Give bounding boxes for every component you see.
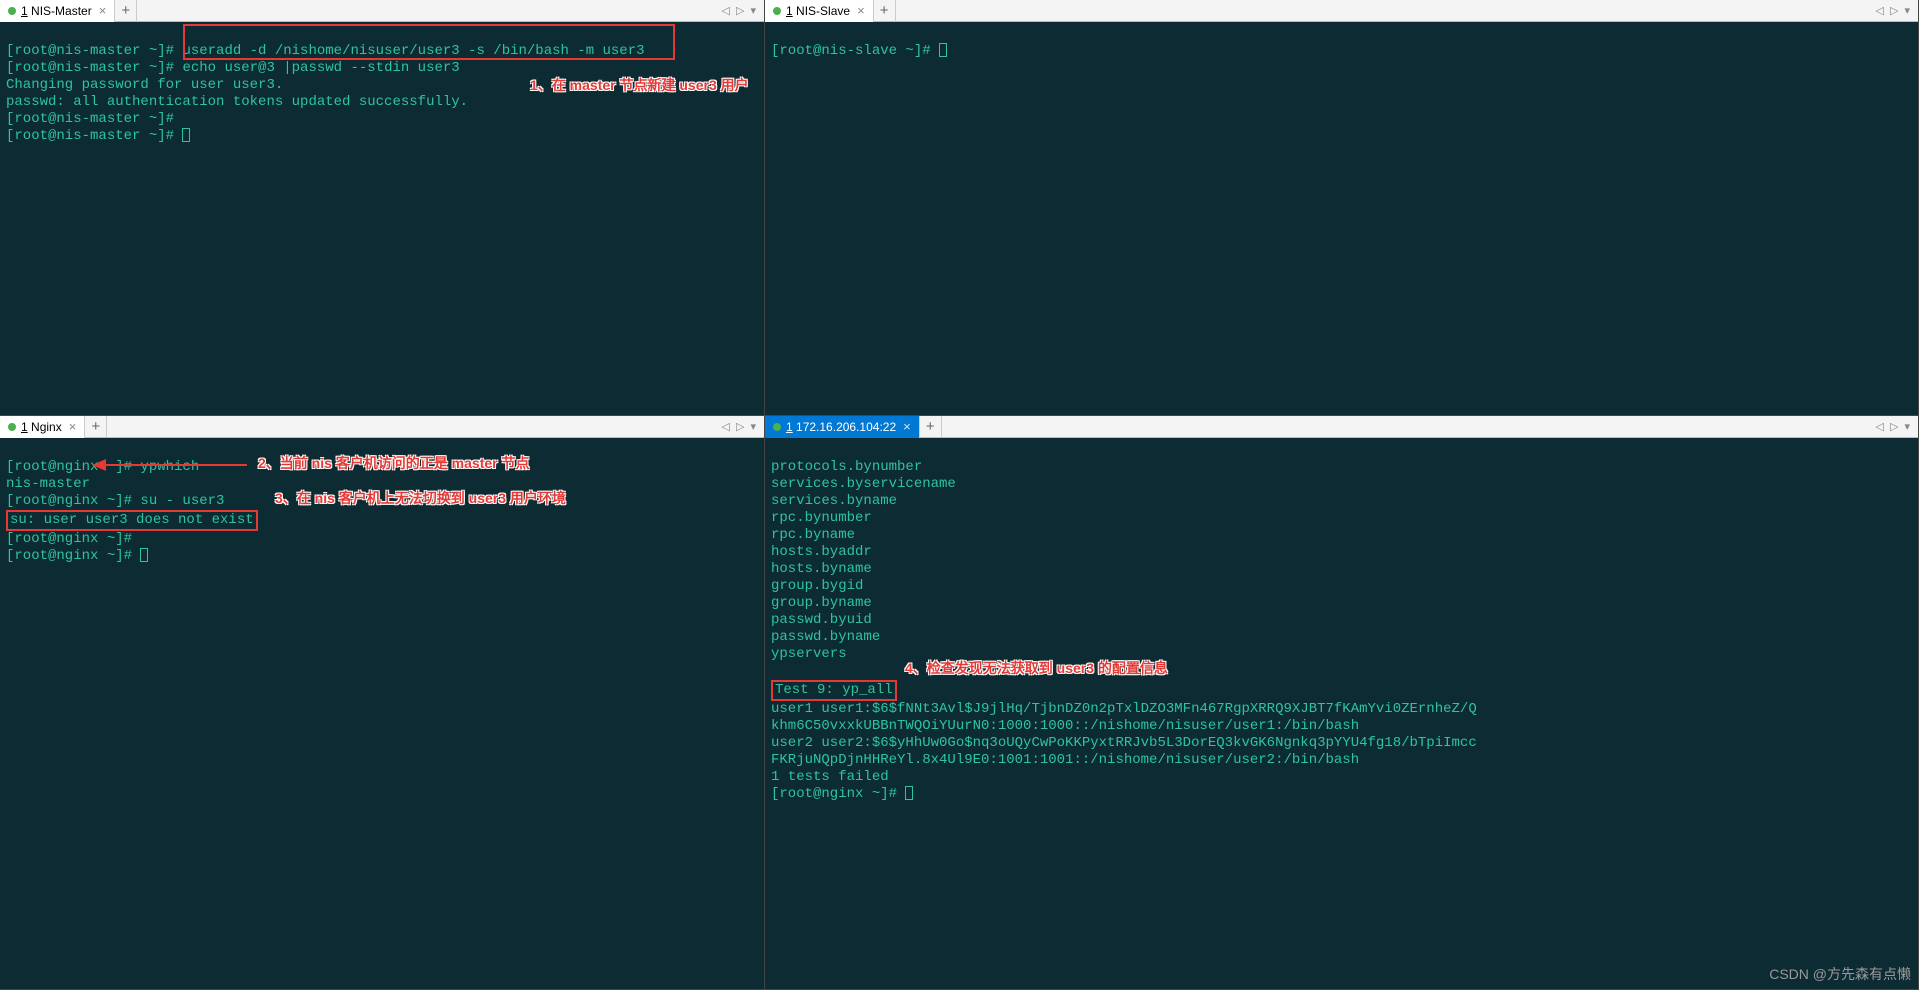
status-dot-icon [773, 7, 781, 15]
output-line: group.byname [771, 595, 872, 611]
cursor-icon [939, 43, 947, 57]
prompt: [root@nis-master ~]# [6, 43, 182, 59]
output-line: rpc.byname [771, 527, 855, 543]
output-nis-master: nis-master [6, 476, 90, 492]
tab-index: 1 [786, 4, 793, 18]
scroll-left-icon[interactable]: ◁ [1876, 420, 1884, 433]
tabbar: 1 Nginx × + ◁ ▷ ▾ [0, 416, 764, 438]
status-dot-icon [8, 7, 16, 15]
cursor-icon [140, 548, 148, 562]
annotation-1: 1、在 master 节点新建 user3 用户 [530, 77, 749, 94]
annotation-3: 3、在 nis 客户机上无法切换到 user3 用户环境 [275, 490, 566, 507]
output-line: passwd: all authentication tokens update… [6, 94, 468, 110]
scroll-right-icon[interactable]: ▷ [736, 420, 744, 433]
tab-title: NIS-Slave [796, 4, 850, 18]
menu-down-icon[interactable]: ▾ [1904, 4, 1910, 17]
output-line: services.byservicename [771, 476, 956, 492]
scroll-arrows: ◁ ▷ ▾ [722, 420, 764, 433]
cursor-icon [905, 786, 913, 800]
output-line: FKRjuNQpDjnHHReYl.8x4Ul9E0:1001:1001::/n… [771, 752, 1359, 768]
scroll-right-icon[interactable]: ▷ [736, 4, 744, 17]
command-ypwhich: ypwhich [140, 459, 199, 475]
output-line: group.bygid [771, 578, 863, 594]
tab-title: 172.16.206.104:22 [796, 420, 896, 434]
output-su-error: su: user user3 does not exist [10, 512, 254, 528]
command-su: su - user3 [140, 493, 224, 509]
tab-title: Nginx [31, 420, 62, 434]
tab-nis-master[interactable]: 1 NIS-Master × [0, 0, 115, 22]
scroll-arrows: ◁ ▷ ▾ [722, 4, 764, 17]
prompt: [root@nginx ~]# [6, 531, 132, 547]
output-line: ypservers [771, 646, 847, 662]
output-line: passwd.byuid [771, 612, 872, 628]
add-tab-button[interactable]: + [920, 416, 942, 438]
pane-nis-slave: 1 NIS-Slave × + ◁ ▷ ▾ [root@nis-slave ~]… [765, 0, 1919, 416]
output-line: 1 tests failed [771, 769, 889, 785]
prompt: [root@nis-master ~]# [6, 60, 182, 76]
add-tab-button[interactable]: + [874, 0, 896, 22]
add-tab-button[interactable]: + [85, 416, 107, 438]
prompt: [root@nginx ~]# [771, 786, 905, 802]
output-line: khm6C50vxxkUBBnTWQOiYUurN0:1000:1000::/n… [771, 718, 1359, 734]
close-icon[interactable]: × [903, 419, 911, 434]
scroll-left-icon[interactable]: ◁ [1876, 4, 1884, 17]
scroll-left-icon[interactable]: ◁ [722, 4, 730, 17]
tab-nginx[interactable]: 1 Nginx × [0, 416, 85, 438]
status-dot-icon [773, 423, 781, 431]
output-line: hosts.byaddr [771, 544, 872, 560]
prompt: [root@nginx ~]# [6, 493, 140, 509]
tabbar: 1 NIS-Slave × + ◁ ▷ ▾ [765, 0, 1918, 22]
output-line: passwd.byname [771, 629, 880, 645]
tab-title: NIS-Master [31, 4, 92, 18]
annotation-2: 2、当前 nis 客户机访问的正是 master 节点 [258, 455, 530, 472]
pane-nis-master: 1 NIS-Master × + ◁ ▷ ▾ [root@nis-master … [0, 0, 765, 416]
terminal-nginx[interactable]: [root@nginx ~]# ypwhich nis-master [root… [0, 438, 764, 989]
tab-index: 1 [21, 420, 28, 434]
status-dot-icon [8, 423, 16, 431]
scroll-left-icon[interactable]: ◁ [722, 420, 730, 433]
tabbar: 1 NIS-Master × + ◁ ▷ ▾ [0, 0, 764, 22]
menu-down-icon[interactable]: ▾ [1904, 420, 1910, 433]
pane-nginx: 1 Nginx × + ◁ ▷ ▾ [root@nginx ~]# ypwhic… [0, 416, 765, 990]
tab-index: 1 [786, 420, 793, 434]
tab-nis-slave[interactable]: 1 NIS-Slave × [765, 0, 874, 22]
scroll-arrows: ◁ ▷ ▾ [1876, 420, 1918, 433]
pane-remote: 1 172.16.206.104:22 × + ◁ ▷ ▾ protocols.… [765, 416, 1919, 990]
output-line: rpc.bynumber [771, 510, 872, 526]
tab-remote[interactable]: 1 172.16.206.104:22 × [765, 416, 920, 438]
menu-down-icon[interactable]: ▾ [750, 420, 756, 433]
terminal-nis-master[interactable]: [root@nis-master ~]# useradd -d /nishome… [0, 22, 764, 415]
scroll-arrows: ◁ ▷ ▾ [1876, 4, 1918, 17]
scroll-right-icon[interactable]: ▷ [1890, 420, 1898, 433]
annotation-4: 4、检查发现无法获取到 user3 的配置信息 [905, 660, 1168, 677]
scroll-right-icon[interactable]: ▷ [1890, 4, 1898, 17]
output-line: protocols.bynumber [771, 459, 922, 475]
terminal-remote[interactable]: protocols.bynumber services.byservicenam… [765, 438, 1918, 989]
tab-index: 1 [21, 4, 28, 18]
output-line: user2 user2:$6$yHhUw0Go$nq3oUQyCwPoKKPyx… [771, 735, 1477, 751]
output-line: services.byname [771, 493, 897, 509]
output-line: user1 user1:$6$fNNt3Avl$J9jlHq/TjbnDZ0n2… [771, 701, 1477, 717]
terminal-nis-slave[interactable]: [root@nis-slave ~]# [765, 22, 1918, 415]
command-passwd: echo user@3 |passwd --stdin user3 [182, 60, 459, 76]
prompt: [root@nis-slave ~]# [771, 43, 939, 59]
prompt: [root@nginx ~]# [6, 459, 140, 475]
output-line: hosts.byname [771, 561, 872, 577]
highlight-box-test9: Test 9: yp_all [771, 680, 897, 701]
add-tab-button[interactable]: + [115, 0, 137, 22]
prompt: [root@nginx ~]# [6, 548, 140, 564]
close-icon[interactable]: × [69, 419, 77, 434]
output-test9: Test 9: yp_all [775, 682, 893, 698]
cursor-icon [182, 128, 190, 142]
command-useradd: useradd -d /nishome/nisuser/user3 -s /bi… [182, 43, 644, 59]
output-line: Changing password for user user3. [6, 77, 283, 93]
prompt: [root@nis-master ~]# [6, 111, 174, 127]
tabbar: 1 172.16.206.104:22 × + ◁ ▷ ▾ [765, 416, 1918, 438]
highlight-box-su-error: su: user user3 does not exist [6, 510, 258, 531]
prompt: [root@nis-master ~]# [6, 128, 182, 144]
close-icon[interactable]: × [857, 3, 865, 18]
close-icon[interactable]: × [99, 3, 107, 18]
menu-down-icon[interactable]: ▾ [750, 4, 756, 17]
